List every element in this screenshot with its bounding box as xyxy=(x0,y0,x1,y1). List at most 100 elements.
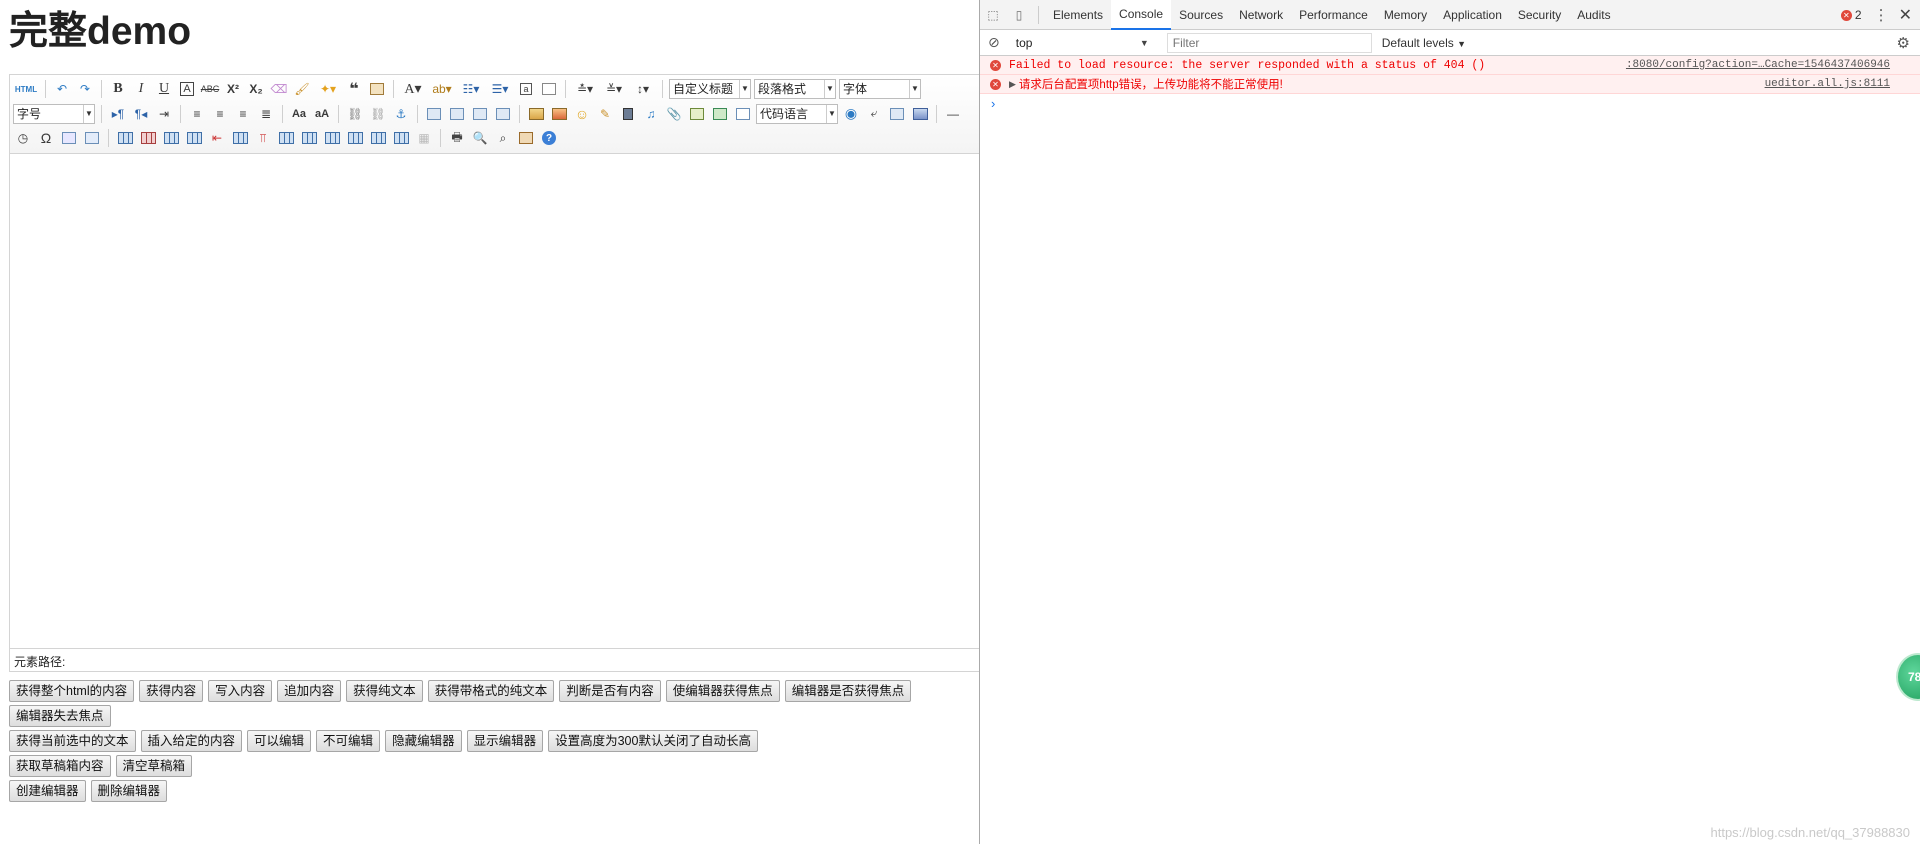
editor-content-area[interactable] xyxy=(10,154,979,648)
image-none-icon[interactable] xyxy=(424,104,444,124)
select-all-icon[interactable]: a xyxy=(516,79,536,99)
demo-button[interactable]: 可以编辑 xyxy=(247,730,312,752)
music-icon[interactable]: ♫ xyxy=(641,104,661,124)
preview-icon[interactable]: 🔍 xyxy=(470,128,490,148)
tab-elements[interactable]: Elements xyxy=(1045,0,1111,30)
google-map-icon[interactable] xyxy=(710,104,730,124)
attachment-icon[interactable]: 📎 xyxy=(664,104,684,124)
emotion-icon[interactable]: ☺ xyxy=(572,104,592,124)
ordered-list-icon[interactable]: ☷▾ xyxy=(458,79,484,99)
demo-button[interactable]: 删除编辑器 xyxy=(90,780,168,802)
subscript-icon[interactable]: X₂ xyxy=(246,79,266,99)
pagebreak-icon[interactable]: ⤶ xyxy=(864,104,884,124)
web-app-icon[interactable]: ◉ xyxy=(841,104,861,124)
insert-video-icon[interactable] xyxy=(618,104,638,124)
merge-down-icon[interactable] xyxy=(322,128,342,148)
gear-icon[interactable]: ⚙ xyxy=(1897,34,1910,52)
simple-upload-icon[interactable] xyxy=(526,104,546,124)
row-spacing-bottom-icon[interactable]: ≚▾ xyxy=(601,79,627,99)
demo-button[interactable]: 获得整个html的内容 xyxy=(9,680,135,702)
word-image-icon[interactable] xyxy=(82,128,102,148)
font-color-icon[interactable]: A▾ xyxy=(400,79,426,99)
template-icon[interactable] xyxy=(887,104,907,124)
source-html-icon[interactable]: HTML xyxy=(13,79,39,99)
demo-button[interactable]: 编辑器是否获得焦点 xyxy=(784,680,912,702)
indent-icon[interactable]: ⇥ xyxy=(154,104,174,124)
demo-button[interactable]: 不可编辑 xyxy=(316,730,381,752)
console-filter-input[interactable] xyxy=(1166,32,1372,53)
underline-icon[interactable]: U xyxy=(154,79,174,99)
demo-button[interactable]: 使编辑器获得焦点 xyxy=(665,680,780,702)
insert-image-icon[interactable] xyxy=(549,104,569,124)
insert-frame-icon[interactable] xyxy=(733,104,753,124)
merge-cells-icon[interactable] xyxy=(276,128,296,148)
clear-console-icon[interactable]: ⊘ xyxy=(988,34,1000,51)
time-icon[interactable]: ◷ xyxy=(13,128,33,148)
ltr-direction-icon[interactable]: ▸¶ xyxy=(108,104,128,124)
search-replace-icon[interactable]: ⌕ xyxy=(493,128,513,148)
device-toolbar-icon[interactable]: ▯ xyxy=(1006,0,1032,30)
image-center-icon[interactable] xyxy=(493,104,513,124)
charts-icon[interactable]: ▦ xyxy=(414,128,434,148)
snapscreen-icon[interactable] xyxy=(59,128,79,148)
error-counter[interactable]: ✕ 2 xyxy=(1840,8,1862,22)
scrawl-icon[interactable]: ✎ xyxy=(595,104,615,124)
demo-button[interactable]: 追加内容 xyxy=(277,680,342,702)
demo-button[interactable]: 获得内容 xyxy=(139,680,204,702)
log-levels-dropdown[interactable]: Default levels ▼ xyxy=(1382,36,1466,50)
strikethrough-icon[interactable]: ABC xyxy=(200,79,220,99)
paragraph-format-select[interactable]: 段落格式 ▼ xyxy=(754,79,836,100)
background-icon[interactable] xyxy=(910,104,930,124)
expand-arrow-icon[interactable]: ▶ xyxy=(1009,79,1016,90)
demo-button[interactable]: 获得纯文本 xyxy=(346,680,423,702)
inspect-element-icon[interactable]: ⬚ xyxy=(980,0,1006,30)
insert-paragraph-before-table-icon[interactable] xyxy=(161,128,181,148)
demo-button[interactable]: 获得带格式的纯文本 xyxy=(427,680,555,702)
row-spacing-top-icon[interactable]: ≛▾ xyxy=(572,79,598,99)
horizontal-rule-icon[interactable]: — xyxy=(943,104,963,124)
delete-col-icon[interactable]: ⫪ xyxy=(253,128,273,148)
background-color-icon[interactable]: ab▾ xyxy=(429,79,455,99)
link-icon[interactable]: ⛓ xyxy=(345,104,365,124)
auto-typeset-icon[interactable]: ✦▾ xyxy=(315,79,341,99)
unlink-icon[interactable]: ⛓ xyxy=(368,104,388,124)
align-center-icon[interactable]: ≡ xyxy=(210,104,230,124)
tab-sources[interactable]: Sources xyxy=(1171,0,1231,30)
bold-icon[interactable]: B xyxy=(108,79,128,99)
delete-row-icon[interactable]: ⇤ xyxy=(207,128,227,148)
line-height-icon[interactable]: ↕▾ xyxy=(630,79,656,99)
close-icon[interactable]: ✕ xyxy=(1899,5,1912,25)
insert-row-icon[interactable] xyxy=(184,128,204,148)
tab-security[interactable]: Security xyxy=(1510,0,1569,30)
tab-performance[interactable]: Performance xyxy=(1291,0,1376,30)
superscript-icon[interactable]: X² xyxy=(223,79,243,99)
special-chars-icon[interactable]: Ω xyxy=(36,128,56,148)
anchor-icon[interactable]: ⚓ xyxy=(391,104,411,124)
tab-audits[interactable]: Audits xyxy=(1569,0,1618,30)
split-to-cells-icon[interactable] xyxy=(345,128,365,148)
rtl-direction-icon[interactable]: ¶◂ xyxy=(131,104,151,124)
print-icon[interactable]: 🖶 xyxy=(447,128,467,148)
insert-col-icon[interactable] xyxy=(230,128,250,148)
clear-doc-icon[interactable] xyxy=(539,79,559,99)
help-icon[interactable]: ? xyxy=(539,128,559,148)
console-prompt[interactable]: › xyxy=(980,94,1920,112)
redo-icon[interactable]: ↷ xyxy=(75,79,95,99)
format-match-icon[interactable]: 🖌 xyxy=(292,79,312,99)
image-right-icon[interactable] xyxy=(470,104,490,124)
demo-button[interactable]: 创建编辑器 xyxy=(9,780,86,802)
to-lowercase-icon[interactable]: aA xyxy=(312,104,332,124)
blockquote-icon[interactable]: ❝ xyxy=(344,79,364,99)
undo-icon[interactable]: ↶ xyxy=(52,79,72,99)
italic-icon[interactable]: I xyxy=(131,79,151,99)
tab-memory[interactable]: Memory xyxy=(1376,0,1435,30)
context-selector[interactable]: top ▼ xyxy=(1010,33,1155,53)
split-to-cols-icon[interactable] xyxy=(391,128,411,148)
demo-button[interactable]: 获取草稿箱内容 xyxy=(9,755,111,777)
merge-right-icon[interactable] xyxy=(299,128,319,148)
insert-table-icon[interactable] xyxy=(115,128,135,148)
align-justify-icon[interactable]: ≣ xyxy=(256,104,276,124)
demo-button[interactable]: 隐藏编辑器 xyxy=(385,730,462,752)
demo-button[interactable]: 写入内容 xyxy=(208,680,273,702)
remove-format-icon[interactable]: ⌫ xyxy=(269,79,289,99)
